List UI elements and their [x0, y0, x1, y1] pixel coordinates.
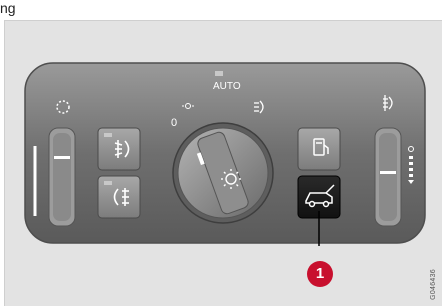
position-zero-label: 0 — [171, 117, 177, 129]
light-switch-figure: ng 0 AUTO 1 G046436 — [0, 0, 442, 306]
front-fog-light-button[interactable] — [97, 127, 141, 171]
auto-indicator-lamp — [215, 71, 223, 76]
headlight-rotary-knob[interactable] — [172, 122, 274, 224]
callout-number-badge: 1 — [307, 261, 333, 287]
light-switch-panel-illustration: 0 AUTO 1 G046436 — [4, 20, 442, 306]
position-auto-label: AUTO — [213, 81, 241, 92]
rear-fog-light-button[interactable] — [97, 175, 141, 219]
headlight-height-thumbwheel[interactable] — [374, 127, 402, 227]
header-text: ng — [0, 0, 16, 16]
panel-drawing: 0 AUTO — [24, 62, 426, 246]
figure-code: G046436 — [430, 269, 437, 300]
fuel-filler-button[interactable] — [297, 127, 341, 171]
